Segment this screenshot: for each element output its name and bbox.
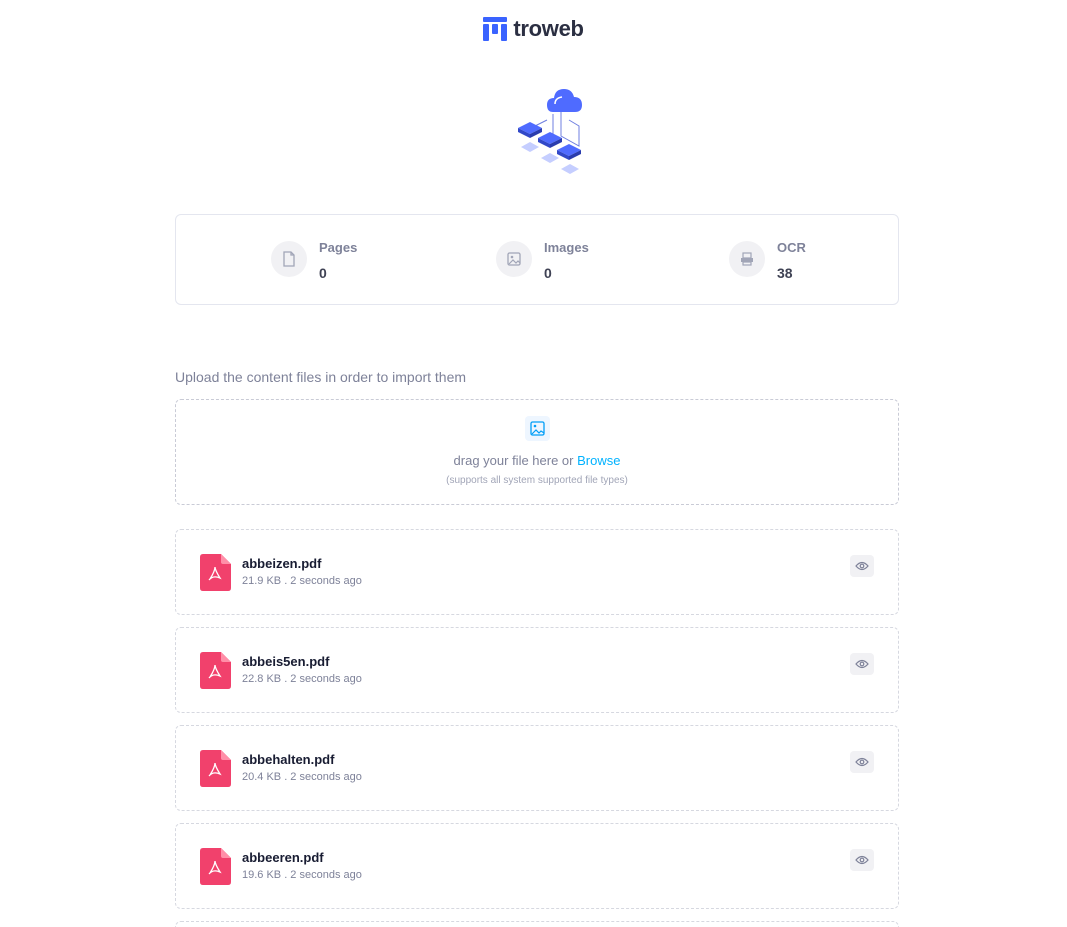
eye-icon [855,659,869,669]
dropzone-text: drag your file here or Browse [176,453,898,468]
ocr-scanner-icon [729,241,765,277]
supported-types-text: (supports all system supported file type… [446,475,628,486]
file-item [175,921,899,927]
stats-card: Pages 0 Images 0 OCR 38 [175,214,899,305]
stat-label: Pages [319,240,358,255]
stat-value: 0 [319,265,327,281]
drop-text: drag your file here or [453,453,574,468]
file-meta: 22.8 KB . 2 seconds ago [242,673,362,685]
view-button[interactable] [850,751,874,773]
file-name: abbehalten.pdf [242,752,335,767]
browse-link[interactable]: Browse [577,453,620,468]
file-item: abbeizen.pdf 21.9 KB . 2 seconds ago [175,529,899,615]
view-button[interactable] [850,653,874,675]
brand-name: troweb [513,16,584,41]
pdf-file-icon [200,848,231,885]
stat-label: Images [544,240,589,255]
file-item: abbeis5en.pdf 22.8 KB . 2 seconds ago [175,627,899,713]
stat-value: 38 [777,265,793,281]
file-name: abbeis5en.pdf [242,654,330,669]
eye-icon [855,757,869,767]
image-icon [496,241,532,277]
file-meta: 21.9 KB . 2 seconds ago [242,575,362,587]
stat-value: 0 [544,265,552,281]
file-dropzone[interactable]: drag your file here or Browse (supports … [175,399,899,505]
upload-instructions: Upload the content files in order to imp… [175,369,467,385]
file-meta: 20.4 KB . 2 seconds ago [242,771,362,783]
pdf-file-icon [200,554,231,591]
file-name: abbeeren.pdf [242,850,324,865]
stat-images: Images 0 [496,239,589,282]
pdf-file-icon [200,750,231,787]
view-button[interactable] [850,849,874,871]
file-meta: 19.6 KB . 2 seconds ago [242,869,362,881]
stat-ocr: OCR 38 [729,239,806,282]
file-icon [271,241,307,277]
eye-icon [855,561,869,571]
view-button[interactable] [850,555,874,577]
eye-icon [855,855,869,865]
troweb-logo-icon [483,17,508,41]
file-item: abbehalten.pdf 20.4 KB . 2 seconds ago [175,725,899,811]
file-item: abbeeren.pdf 19.6 KB . 2 seconds ago [175,823,899,909]
stat-label: OCR [777,240,806,255]
image-upload-icon [525,416,550,441]
stat-pages: Pages 0 [271,239,357,282]
brand-logo[interactable]: troweb [0,16,1067,42]
import-page: troweb Pages 0 Images 0 OCR 38 Upload th… [0,0,1067,927]
cloud-upload-illustration [518,89,582,174]
pdf-file-icon [200,652,231,689]
file-name: abbeizen.pdf [242,556,322,571]
